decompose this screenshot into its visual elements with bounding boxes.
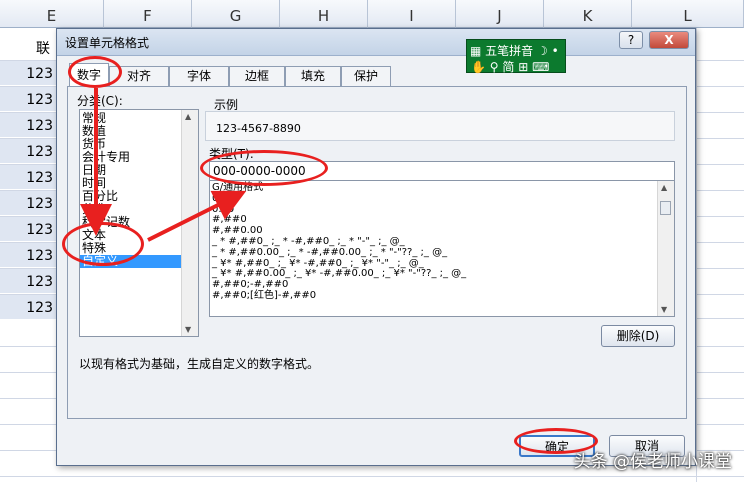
- ime-grid-icon: ▦: [470, 44, 482, 58]
- grid-icon[interactable]: ⊞: [518, 60, 528, 74]
- annotation-circle-type-input: [200, 150, 328, 186]
- format-item[interactable]: #,##0: [210, 214, 674, 225]
- search-icon[interactable]: ⚲: [490, 60, 499, 74]
- scroll-up-icon[interactable]: ▲: [185, 112, 191, 121]
- cell[interactable]: 123: [0, 217, 56, 241]
- help-icon: ?: [627, 33, 635, 47]
- column-header-h[interactable]: H: [280, 0, 368, 28]
- tab-font[interactable]: 字体: [169, 66, 229, 86]
- dialog-title: 设置单元格格式: [65, 36, 150, 50]
- format-item[interactable]: #,##0.00: [210, 225, 674, 236]
- category-scrollbar[interactable]: ▲ ▼: [181, 110, 198, 336]
- format-scrollbar[interactable]: ▲ ▼: [657, 181, 674, 316]
- watermark: 头条 @侯老师小课堂: [573, 452, 732, 472]
- scroll-down-icon[interactable]: ▼: [661, 305, 667, 314]
- column-header-j[interactable]: J: [456, 0, 544, 28]
- format-description: 以现有格式为基础，生成自定义的数字格式。: [79, 357, 320, 371]
- sample-label: 示例: [214, 98, 239, 112]
- moon-icon: ☽: [537, 44, 548, 58]
- close-icon: X: [664, 33, 674, 47]
- format-item[interactable]: #,##0;[红色]-#,##0: [210, 290, 674, 301]
- format-item[interactable]: #,##0;-#,##0: [210, 279, 674, 290]
- annotation-circle-number-tab: [68, 56, 122, 88]
- column-header-e[interactable]: E: [0, 0, 104, 28]
- scroll-up-icon[interactable]: ▲: [661, 183, 667, 192]
- format-item[interactable]: 0: [210, 193, 674, 204]
- ime-dot-icon: •: [551, 44, 559, 58]
- ime-row-bottom: ✋ ⚲ 简 ⊞ ⌨: [471, 58, 549, 75]
- column-header-g[interactable]: G: [192, 0, 280, 28]
- category-label: 分类(C):: [77, 94, 123, 108]
- keyboard-icon[interactable]: ⌨: [532, 60, 549, 74]
- scroll-thumb[interactable]: [660, 201, 671, 215]
- tab-border[interactable]: 边框: [229, 66, 285, 86]
- format-item[interactable]: _ ¥* #,##0_ ;_ ¥* -#,##0_ ;_ ¥* "-"_ ;_ …: [210, 258, 674, 269]
- column-header-f[interactable]: F: [104, 0, 192, 28]
- column-header-i[interactable]: I: [368, 0, 456, 28]
- ime-mode[interactable]: 简: [502, 60, 514, 74]
- tab-fill[interactable]: 填充: [285, 66, 341, 86]
- help-button[interactable]: ?: [619, 31, 643, 49]
- format-item[interactable]: _ * #,##0_ ;_ * -#,##0_ ;_ * "-"_ ;_ @_: [210, 236, 674, 247]
- format-item[interactable]: _ ¥* #,##0.00_ ;_ ¥* -#,##0.00_ ;_ ¥* "-…: [210, 268, 674, 279]
- format-cells-dialog: 设置单元格格式 ? X 数字 对齐 字体 边框 填充 保护 分类(C): 常规 …: [56, 28, 696, 466]
- tab-protection[interactable]: 保护: [341, 66, 391, 86]
- cell[interactable]: 123: [0, 295, 56, 319]
- column-header-l[interactable]: L: [632, 0, 744, 28]
- cell[interactable]: 123: [0, 269, 56, 293]
- cell[interactable]: 123: [0, 113, 56, 137]
- close-button[interactable]: X: [649, 31, 689, 49]
- cell[interactable]: 123: [0, 139, 56, 163]
- hand-icon[interactable]: ✋: [471, 60, 486, 74]
- sample-value: 123-4567-8890: [216, 122, 301, 135]
- cell[interactable]: 123: [0, 243, 56, 267]
- format-item[interactable]: _ * #,##0.00_ ;_ * -#,##0.00_ ;_ * "-"??…: [210, 247, 674, 258]
- dialog-titlebar[interactable]: 设置单元格格式 ? X: [57, 29, 695, 56]
- annotation-circle-custom: [62, 222, 144, 266]
- ime-row-top: ▦ 五笔拼音 ☽ •: [470, 42, 559, 59]
- cell-header[interactable]: 联: [0, 36, 56, 60]
- ime-toolbar[interactable]: ▦ 五笔拼音 ☽ • ✋ ⚲ 简 ⊞ ⌨: [466, 39, 566, 75]
- scroll-down-icon[interactable]: ▼: [185, 325, 191, 334]
- cell[interactable]: 123: [0, 87, 56, 111]
- delete-button[interactable]: 删除(D): [601, 325, 675, 347]
- column-header-k[interactable]: K: [544, 0, 632, 28]
- cell[interactable]: 123: [0, 165, 56, 189]
- sample-group: 示例 123-4567-8890: [205, 98, 675, 141]
- cell[interactable]: 123: [0, 61, 56, 85]
- cell[interactable]: 123: [0, 191, 56, 215]
- ime-name[interactable]: 五笔拼音: [485, 44, 533, 58]
- format-item[interactable]: 0.00: [210, 204, 674, 215]
- format-list[interactable]: G/通用格式 0 0.00 #,##0 #,##0.00 _ * #,##0_ …: [209, 180, 675, 317]
